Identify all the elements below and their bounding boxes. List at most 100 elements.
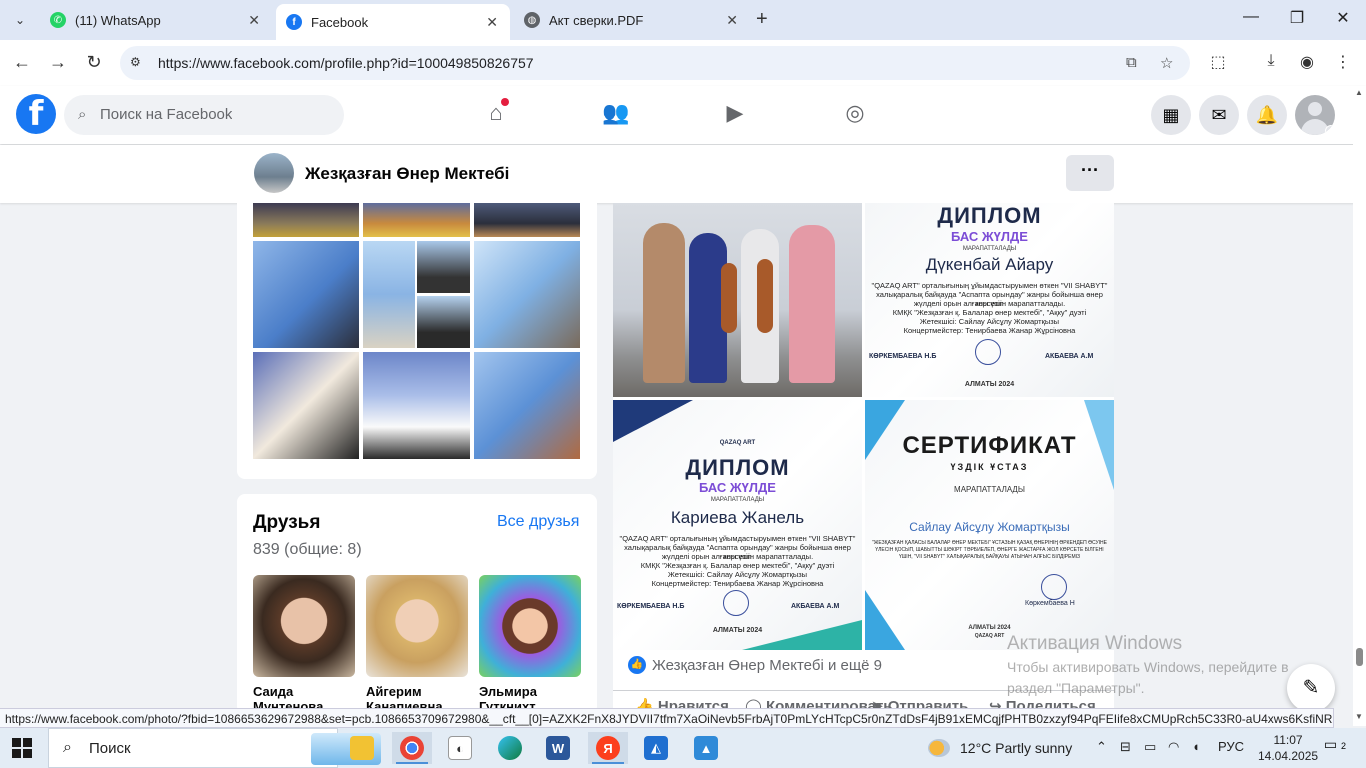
close-icon[interactable]: ✕: [726, 12, 738, 29]
messenger-icon: ✉: [1211, 104, 1227, 125]
clock-time: 11:07: [1273, 733, 1303, 747]
yandex-app[interactable]: Я: [588, 732, 628, 764]
diploma-line: КМҚК "Жезқазған қ. Балалар өнер мектебі"…: [892, 308, 1087, 317]
diploma-signature: КӨРКЕМБАЕВА Н.Б: [617, 603, 685, 610]
file-explorer-app[interactable]: [342, 732, 382, 764]
diploma-line: Жетекшісі: Сайлау Айсұлу Жомартқызы: [667, 570, 808, 579]
more-options-button[interactable]: ···: [1066, 155, 1114, 191]
tab-facebook[interactable]: f Facebook ✕: [276, 4, 510, 40]
post-photo-diploma[interactable]: QAZAQ ART ДИПЛОМ БАС ЖҮЛДЕ МАРАПАТТАЛАДЫ…: [613, 400, 862, 650]
nav-groups[interactable]: ◎: [840, 100, 870, 130]
weather-text: 12°C Partly sunny: [960, 740, 1073, 756]
photo-thumbnail[interactable]: [253, 203, 359, 237]
diploma-award-word: МАРАПАТТАЛАДЫ: [962, 246, 1017, 252]
windows-activation-title: Активация Windows: [1007, 633, 1183, 654]
friend-item[interactable]: Эльмира Гуткнихт: [479, 575, 581, 714]
scrollbar-thumb[interactable]: [1356, 648, 1363, 666]
friend-item[interactable]: Саида Мунтенова: [253, 575, 355, 714]
reactions-text: Жезқазған Өнер Мектебі и ещё 9: [652, 656, 883, 674]
post-reactions[interactable]: 👍 Жезқазған Өнер Мектебі и ещё 9: [628, 656, 882, 674]
photo-thumbnail[interactable]: [253, 352, 359, 459]
new-tab-button[interactable]: +: [756, 8, 768, 31]
facebook-logo-icon[interactable]: f: [16, 94, 56, 134]
photo-thumbnail[interactable]: [253, 241, 359, 348]
friend-photo[interactable]: [253, 575, 355, 677]
reload-button[interactable]: ↻: [82, 52, 106, 73]
diploma-subtitle: БАС ЖҮЛДЕ: [951, 229, 1028, 244]
facebook-favicon-icon: f: [286, 14, 302, 30]
scroll-up-arrow-icon[interactable]: ▲: [1355, 88, 1363, 97]
photo-thumbnail[interactable]: [417, 296, 470, 348]
photo-thumbnail[interactable]: [474, 203, 580, 237]
facebook-search-input[interactable]: ⌕ Поиск на Facebook: [64, 95, 344, 135]
tab-whatsapp[interactable]: ✆ (11) WhatsApp ✕: [40, 4, 272, 36]
photo-thumbnail[interactable]: [474, 352, 580, 459]
menu-icon[interactable]: ⋮: [1331, 52, 1355, 72]
word-app[interactable]: W: [538, 732, 578, 764]
photo-thumbnail[interactable]: [363, 352, 470, 459]
profile-icon[interactable]: ◉: [1295, 52, 1319, 72]
tray-expand-icon[interactable]: ⌃: [1096, 739, 1107, 755]
device-icon[interactable]: ⊟: [1120, 739, 1131, 755]
friends-count: 839 (общие: 8): [253, 541, 362, 558]
photo-thumbnail[interactable]: [417, 241, 470, 293]
language-indicator[interactable]: РУС: [1218, 739, 1244, 754]
restore-button[interactable]: ❐: [1282, 8, 1312, 28]
post-photo-group[interactable]: [613, 203, 862, 397]
forward-button[interactable]: →: [46, 52, 70, 73]
weather-widget[interactable]: 12°C Partly sunny: [928, 739, 1072, 757]
volume-icon[interactable]: ◖: [1192, 739, 1200, 754]
nav-friends[interactable]: 👥: [601, 100, 631, 130]
friend-item[interactable]: Айгерим Канапиевна: [366, 575, 468, 714]
app-blue[interactable]: ◭: [636, 732, 676, 764]
chrome-app[interactable]: [392, 732, 432, 764]
notifications-button[interactable]: 🔔: [1247, 95, 1287, 135]
friend-photo[interactable]: [479, 575, 581, 677]
post-photo-certificate[interactable]: СЕРТИФИКАТ ҮЗДІК ҰСТАЗ МАРАПАТТАЛАДЫ Сай…: [865, 400, 1114, 650]
groups-icon: ◎: [845, 100, 865, 125]
photos-app[interactable]: ▲: [686, 732, 726, 764]
extensions-icon[interactable]: ⬚: [1206, 52, 1230, 72]
taskbar-search[interactable]: ⌕ Поиск: [48, 728, 381, 768]
new-message-button[interactable]: ✎: [1287, 664, 1335, 712]
wifi-icon[interactable]: ◠: [1168, 739, 1179, 755]
all-friends-link[interactable]: Все друзья: [497, 513, 579, 531]
close-icon[interactable]: ✕: [248, 12, 260, 29]
photo-thumbnail[interactable]: [474, 241, 580, 348]
tab-search-dropdown[interactable]: ⌄: [8, 8, 32, 32]
download-icon[interactable]: ⤓: [1259, 52, 1283, 70]
messenger-button[interactable]: ✉: [1199, 95, 1239, 135]
page-scrollbar[interactable]: ▲ ▼: [1353, 86, 1366, 726]
profile-avatar[interactable]: [254, 153, 294, 193]
account-avatar[interactable]: ⌄: [1295, 95, 1335, 135]
app-switcher[interactable]: ◐: [440, 732, 480, 764]
post-photo-diploma[interactable]: ДИПЛОМ БАС ЖҮЛДЕ МАРАПАТТАЛАДЫ Дүкенбай …: [865, 203, 1114, 397]
folder-icon: [350, 736, 374, 760]
profile-name[interactable]: Жезқазған Өнер Мектебі: [305, 164, 509, 184]
star-icon[interactable]: ☆: [1160, 54, 1173, 72]
minimize-button[interactable]: —: [1236, 8, 1266, 26]
whatsapp-icon: ✆: [50, 12, 66, 28]
friend-photo[interactable]: [366, 575, 468, 677]
windows-taskbar: ⌕ Поиск ◐ W Я ◭ ▲ 12°C Partly sunny ⌃ ⊟ …: [0, 728, 1366, 768]
diploma-name: Кариева Жанель: [670, 508, 805, 527]
install-app-icon[interactable]: ⧉: [1126, 54, 1137, 71]
nav-video[interactable]: ▶: [720, 100, 750, 130]
window-close-button[interactable]: ✕: [1328, 8, 1358, 28]
nav-home[interactable]: ⌂: [481, 98, 511, 130]
edge-app[interactable]: [490, 732, 530, 764]
site-info-icon[interactable]: ⚙: [130, 55, 146, 71]
back-button[interactable]: ←: [10, 52, 34, 73]
scroll-down-arrow-icon[interactable]: ▼: [1355, 712, 1363, 721]
menu-button[interactable]: ▦: [1151, 95, 1191, 135]
seal-icon: [723, 590, 749, 616]
battery-icon[interactable]: ▭: [1144, 739, 1156, 755]
notification-center-button[interactable]: ▭ 2: [1322, 736, 1348, 760]
taskbar-clock[interactable]: 11:07 14.04.2025: [1258, 732, 1318, 764]
photo-thumbnail[interactable]: [363, 203, 470, 237]
photo-thumbnail[interactable]: [363, 241, 415, 348]
close-icon[interactable]: ✕: [486, 14, 498, 31]
address-bar[interactable]: ⚙ https://www.facebook.com/profile.php?i…: [120, 46, 1190, 80]
start-button[interactable]: [12, 738, 32, 758]
tab-pdf[interactable]: ◍ Акт сверки.PDF ✕: [514, 4, 750, 36]
